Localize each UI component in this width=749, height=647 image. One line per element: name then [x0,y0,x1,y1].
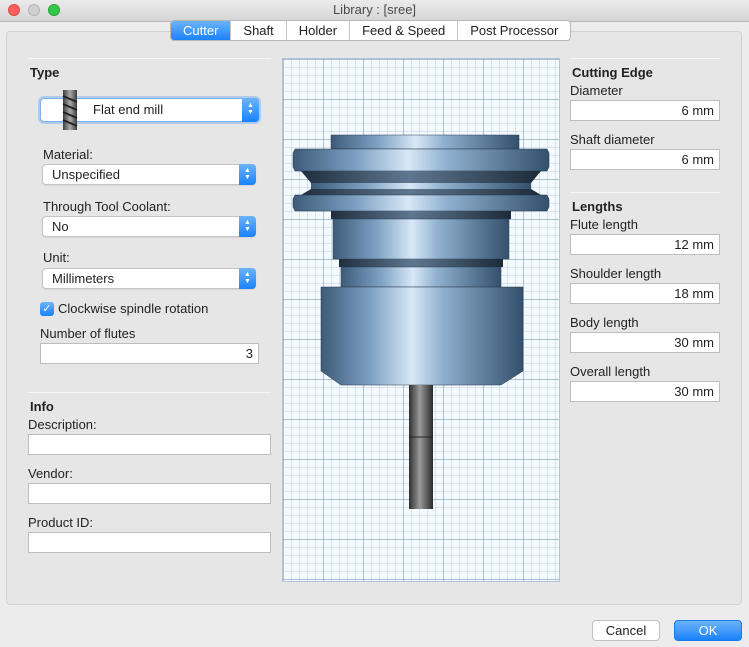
diameter-label: Diameter [570,83,623,98]
material-popup[interactable]: Unspecified ▲ ▼ [42,164,256,185]
coolant-popup[interactable]: No ▲ ▼ [42,216,256,237]
zoom-window-button[interactable] [48,4,60,16]
title-bar: Library : [sree] [0,0,749,22]
unit-label: Unit: [43,250,70,265]
tab-holder[interactable]: Holder [287,21,351,40]
updown-chevron-icon: ▲ ▼ [239,164,256,185]
tool-preview [282,58,560,582]
body-length-label: Body length [570,315,639,330]
coolant-label: Through Tool Coolant: [43,199,171,214]
material-label: Material: [43,147,93,162]
tool-type-value: Flat end mill [93,102,164,117]
material-value: Unspecified [52,167,120,182]
description-label: Description: [28,417,97,432]
checkmark-icon: ✓ [42,303,52,315]
tool-type-popup[interactable]: Flat end mill ▲ ▼ [40,90,259,130]
tab-bar: Cutter Shaft Holder Feed & Speed Post Pr… [170,20,572,41]
flute-length-label: Flute length [570,217,638,232]
endmill-icon [62,90,78,130]
vendor-field[interactable] [28,483,271,504]
description-field[interactable] [28,434,271,455]
cutting-edge-title: Cutting Edge [572,65,653,80]
info-separator [28,392,271,393]
shaft-diameter-field[interactable]: 6 mm [570,149,720,170]
clockwise-label: Clockwise spindle rotation [58,301,209,316]
shoulder-length-label: Shoulder length [570,266,662,281]
flutes-label: Number of flutes [40,326,136,341]
updown-chevron-icon: ▲ ▼ [239,268,256,289]
body-length-field[interactable]: 30 mm [570,332,720,353]
shoulder-length-field[interactable]: 18 mm [570,283,720,304]
unit-value: Millimeters [52,271,115,286]
cutting-edge-separator [570,58,720,59]
vendor-label: Vendor: [28,466,73,481]
tool-holder-illustration [292,134,550,509]
ok-button[interactable]: OK [674,620,742,641]
coolant-value: No [52,219,69,234]
overall-length-field[interactable]: 30 mm [570,381,720,402]
tab-shaft[interactable]: Shaft [231,21,287,40]
type-separator [28,58,271,59]
window-title: Library : [sree] [332,2,417,17]
lengths-separator [570,192,720,193]
overall-length-label: Overall length [570,364,651,379]
product-id-label: Product ID: [28,515,94,530]
close-window-button[interactable] [8,4,20,16]
updown-chevron-icon: ▲ ▼ [239,216,256,237]
minimize-window-button[interactable] [28,4,40,16]
tab-post-processor[interactable]: Post Processor [458,21,570,40]
tab-cutter[interactable]: Cutter [171,21,232,40]
unit-popup[interactable]: Millimeters ▲ ▼ [42,268,256,289]
clockwise-checkbox[interactable]: ✓ [40,302,54,316]
lengths-title: Lengths [572,199,623,214]
flutes-field[interactable]: 3 [40,343,259,364]
flute-length-field[interactable]: 12 mm [570,234,720,255]
diameter-field[interactable]: 6 mm [570,100,720,121]
shaft-diameter-label: Shaft diameter [570,132,655,147]
info-section-title: Info [30,399,54,414]
type-section-title: Type [30,65,60,80]
product-id-field[interactable] [28,532,271,553]
tab-feed-speed[interactable]: Feed & Speed [350,21,459,40]
updown-chevron-icon: ▲ ▼ [242,98,259,122]
cancel-button[interactable]: Cancel [592,620,660,641]
